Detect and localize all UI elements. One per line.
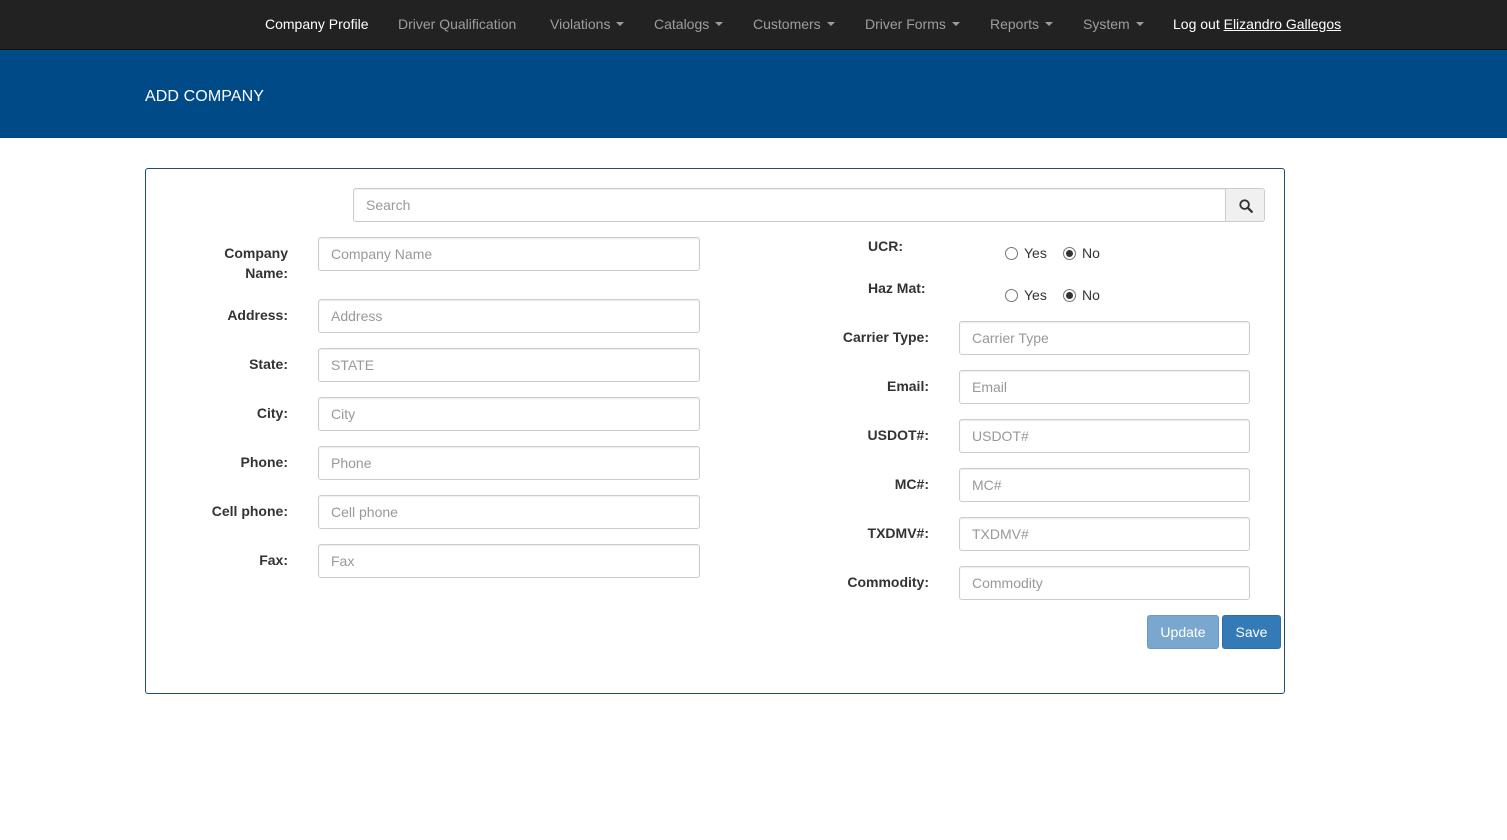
caret-down-icon <box>616 22 625 27</box>
nav-driver-forms-dropdown[interactable]: Driver Forms <box>865 0 960 49</box>
state-input[interactable] <box>318 348 700 382</box>
caret-down-icon <box>1045 22 1054 27</box>
haz-mat-yes-label: Yes <box>1024 287 1047 303</box>
radio-unchecked-icon <box>1005 246 1018 260</box>
city-label: City: <box>256 405 288 421</box>
nav-label: Driver Forms <box>865 16 946 32</box>
phone-input[interactable] <box>318 446 700 480</box>
fax-label: Fax: <box>259 552 288 568</box>
ucr-yes-radio[interactable]: Yes <box>1005 243 1047 263</box>
commodity-input[interactable] <box>959 566 1250 600</box>
nav-label: Driver Qualification <box>398 16 517 32</box>
cell-phone-label: Cell phone: <box>211 503 288 519</box>
city-input[interactable] <box>318 397 700 431</box>
top-navbar: Company Profile Driver Qualification Vio… <box>0 0 1507 50</box>
search-icon <box>1239 199 1253 213</box>
state-label: State: <box>249 356 288 372</box>
haz-mat-no-radio[interactable]: No <box>1063 285 1100 305</box>
nav-label: Violations <box>550 16 611 32</box>
ucr-no-radio[interactable]: No <box>1063 243 1100 263</box>
add-company-form-panel: Company Name: Address: State: City: Phon… <box>145 168 1285 694</box>
company-name-input[interactable] <box>318 237 700 271</box>
email-input[interactable] <box>959 370 1250 404</box>
email-label: Email: <box>886 378 929 394</box>
address-label: Address: <box>227 307 288 323</box>
nav-label: System <box>1083 16 1130 32</box>
nav-driver-qualification[interactable]: Driver Qualification <box>398 0 516 49</box>
caret-down-icon <box>951 22 960 27</box>
caret-down-icon <box>715 22 724 27</box>
nav-catalogs-dropdown[interactable]: Catalogs <box>654 0 724 49</box>
search-button[interactable] <box>1225 188 1265 222</box>
usdot-label: USDOT#: <box>867 427 929 443</box>
txdmv-label: TXDMV#: <box>867 525 929 541</box>
cell-phone-input[interactable] <box>318 495 700 529</box>
ucr-no-label: No <box>1082 245 1100 261</box>
commodity-label: Commodity: <box>847 574 929 590</box>
haz-mat-yes-radio[interactable]: Yes <box>1005 285 1047 305</box>
nav-company-profile[interactable]: Company Profile <box>265 0 369 49</box>
page-header: ADD COMPANY <box>0 50 1507 138</box>
haz-mat-no-label: No <box>1082 287 1100 303</box>
update-button[interactable]: Update <box>1147 615 1219 649</box>
nav-label: Company Profile <box>265 16 369 32</box>
nav-customers-dropdown[interactable]: Customers <box>753 0 835 49</box>
ucr-label: UCR: <box>868 238 903 254</box>
address-input[interactable] <box>318 299 700 333</box>
haz-mat-label: Haz Mat: <box>868 280 926 296</box>
user-name-link[interactable]: Elizandro Gallegos <box>1224 16 1342 32</box>
mc-label: MC#: <box>894 476 929 492</box>
fax-input[interactable] <box>318 544 700 578</box>
nav-label: Catalogs <box>654 16 710 32</box>
company-name-label-line2: Name: <box>245 265 288 281</box>
nav-violations-dropdown[interactable]: Violations <box>550 0 625 49</box>
radio-checked-icon <box>1063 288 1076 302</box>
search-group <box>353 188 1266 222</box>
usdot-input[interactable] <box>959 419 1250 453</box>
nav-label: Reports <box>990 16 1040 32</box>
txdmv-input[interactable] <box>959 517 1250 551</box>
company-name-label-line1: Company <box>224 245 288 261</box>
page-title: ADD COMPANY <box>145 88 265 105</box>
carrier-type-label: Carrier Type: <box>842 329 929 345</box>
nav-system-dropdown[interactable]: System <box>1083 0 1144 49</box>
logout-label: Log out <box>1173 16 1220 32</box>
radio-unchecked-icon <box>1005 288 1018 302</box>
company-name-label: Company Name: <box>186 243 288 283</box>
nav-logout[interactable]: Log out Elizandro Gallegos <box>1173 0 1341 49</box>
caret-down-icon <box>826 22 835 27</box>
phone-label: Phone: <box>240 454 288 470</box>
search-input[interactable] <box>353 188 1226 222</box>
radio-checked-icon <box>1063 246 1076 260</box>
save-button[interactable]: Save <box>1222 615 1281 649</box>
caret-down-icon <box>1135 22 1144 27</box>
ucr-yes-label: Yes <box>1024 245 1047 261</box>
nav-label: Customers <box>753 16 821 32</box>
nav-reports-dropdown[interactable]: Reports <box>990 0 1054 49</box>
carrier-type-input[interactable] <box>959 321 1250 355</box>
mc-input[interactable] <box>959 468 1250 502</box>
